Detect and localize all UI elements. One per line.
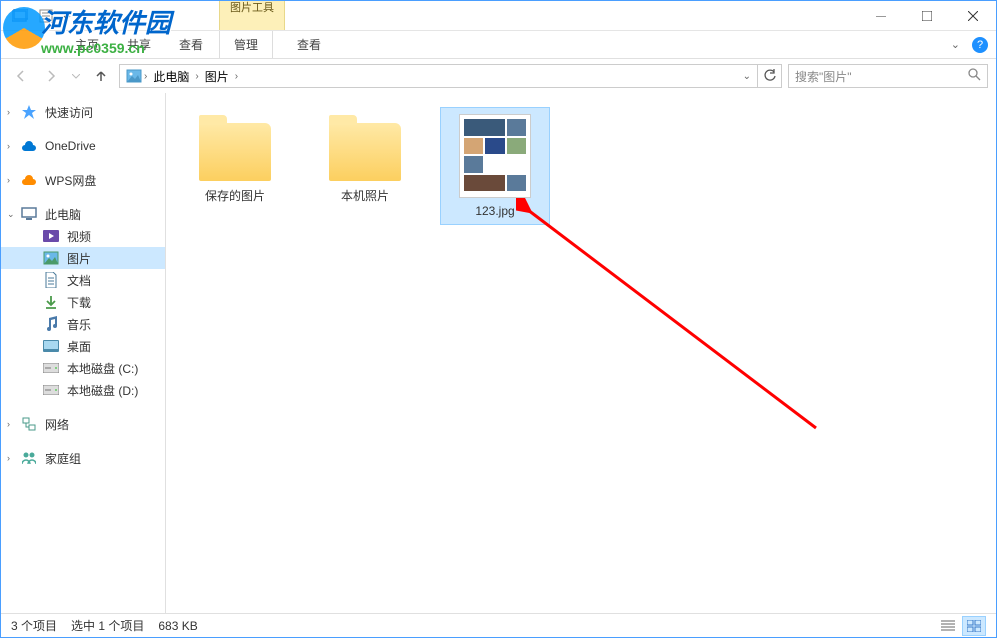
close-button[interactable] bbox=[950, 1, 996, 31]
annotation-arrow bbox=[516, 198, 836, 448]
sidebar-item-desk-child[interactable]: 桌面 bbox=[1, 335, 165, 357]
addressbar: › 此电脑 › 图片 › ⌄ 搜索"图片" bbox=[1, 59, 996, 93]
file-label: 本机照片 bbox=[341, 187, 389, 204]
disk-icon bbox=[43, 382, 59, 398]
sidebar-item-net[interactable]: › 网络 bbox=[1, 413, 165, 435]
sidebar-item-pic-child[interactable]: 图片 bbox=[1, 247, 165, 269]
sidebar-item-label: WPS网盘 bbox=[45, 172, 96, 189]
maximize-button[interactable] bbox=[904, 1, 950, 31]
breadcrumb-pc[interactable]: 此电脑 bbox=[149, 68, 193, 85]
sidebar-item-label: 桌面 bbox=[67, 338, 91, 355]
sidebar-item-label: 此电脑 bbox=[45, 206, 81, 223]
nav-back-button[interactable] bbox=[9, 64, 33, 88]
chevron-right-icon[interactable]: › bbox=[195, 71, 198, 82]
image-thumbnail bbox=[459, 114, 531, 198]
qat-dropdown-icon[interactable] bbox=[61, 5, 73, 27]
cloud-icon bbox=[21, 138, 37, 154]
view-details-button[interactable] bbox=[936, 616, 960, 636]
cloud-icon bbox=[21, 172, 37, 188]
star-icon bbox=[21, 104, 37, 120]
pic-icon bbox=[43, 250, 59, 266]
down-icon bbox=[43, 294, 59, 310]
ribbon: 主页 共享 查看 管理 查看 ⌄ ? bbox=[1, 31, 996, 59]
sidebar-item-star[interactable]: › 快速访问 bbox=[1, 101, 165, 123]
ribbon-tab-picture[interactable]: 查看 bbox=[283, 31, 335, 58]
sidebar-item-label: 视频 bbox=[67, 228, 91, 245]
search-placeholder: 搜索"图片" bbox=[795, 68, 962, 85]
ribbon-tab-share[interactable]: 共享 bbox=[113, 31, 165, 58]
refresh-button[interactable] bbox=[758, 64, 782, 88]
doc-icon bbox=[43, 272, 59, 288]
contextual-tab-header: 图片工具 bbox=[220, 1, 284, 15]
search-input[interactable]: 搜索"图片" bbox=[788, 64, 988, 88]
desk-icon bbox=[43, 338, 59, 354]
sidebar-item-home[interactable]: › 家庭组 bbox=[1, 447, 165, 469]
expand-arrow-icon[interactable]: ⌄ bbox=[7, 209, 15, 220]
sidebar-item-music-child[interactable]: 音乐 bbox=[1, 313, 165, 335]
file-list[interactable]: 保存的图片 本机照片 123.jpg bbox=[166, 93, 996, 613]
nav-forward-button[interactable] bbox=[39, 64, 63, 88]
sidebar-item-label: 网络 bbox=[45, 416, 69, 433]
expand-arrow-icon[interactable]: › bbox=[7, 453, 10, 463]
ribbon-tab-manage[interactable]: 管理 bbox=[219, 31, 273, 58]
folder-icon bbox=[329, 123, 401, 181]
sidebar-item-cloud[interactable]: › WPS网盘 bbox=[1, 169, 165, 191]
chevron-right-icon[interactable]: › bbox=[144, 71, 147, 82]
file-label: 123.jpg bbox=[475, 204, 514, 218]
folder-item[interactable]: 本机照片 bbox=[310, 107, 420, 210]
expand-arrow-icon[interactable]: › bbox=[7, 141, 10, 151]
home-icon bbox=[21, 450, 37, 466]
breadcrumb-dropdown-icon[interactable]: ⌄ bbox=[743, 71, 751, 82]
sidebar-item-label: 本地磁盘 (D:) bbox=[67, 382, 138, 399]
status-item-count: 3 个项目 bbox=[11, 617, 57, 634]
sidebar-item-label: 本地磁盘 (C:) bbox=[67, 360, 138, 377]
expand-arrow-icon[interactable]: › bbox=[7, 419, 10, 429]
ribbon-tab-home[interactable]: 主页 bbox=[61, 31, 113, 58]
qat-properties-icon[interactable] bbox=[35, 5, 57, 27]
sidebar-item-label: 音乐 bbox=[67, 316, 91, 333]
nav-up-button[interactable] bbox=[89, 64, 113, 88]
sidebar-item-down-child[interactable]: 下载 bbox=[1, 291, 165, 313]
pc-icon bbox=[21, 206, 37, 222]
expand-arrow-icon[interactable]: › bbox=[7, 175, 10, 185]
help-icon[interactable]: ? bbox=[972, 37, 988, 53]
sidebar-item-disk-child[interactable]: 本地磁盘 (C:) bbox=[1, 357, 165, 379]
sidebar-item-label: 文档 bbox=[67, 272, 91, 289]
sidebar-item-label: 图片 bbox=[67, 250, 91, 267]
ribbon-expand-icon[interactable]: ⌄ bbox=[951, 38, 960, 51]
chevron-right-icon[interactable]: › bbox=[235, 71, 238, 82]
sidebar-item-label: 快速访问 bbox=[45, 104, 93, 121]
breadcrumb-pictures[interactable]: 图片 bbox=[201, 68, 233, 85]
breadcrumb[interactable]: › 此电脑 › 图片 › ⌄ bbox=[119, 64, 758, 88]
sidebar-item-doc-child[interactable]: 文档 bbox=[1, 269, 165, 291]
sidebar-item-pc[interactable]: ⌄ 此电脑 bbox=[1, 203, 165, 225]
statusbar: 3 个项目 选中 1 个项目 683 KB bbox=[1, 613, 996, 637]
sidebar-item-disk-child[interactable]: 本地磁盘 (D:) bbox=[1, 379, 165, 401]
breadcrumb-folder-icon bbox=[126, 68, 142, 84]
qat-app-icon[interactable] bbox=[9, 5, 31, 27]
video-icon bbox=[43, 228, 59, 244]
status-size: 683 KB bbox=[158, 619, 197, 633]
file-label: 保存的图片 bbox=[205, 187, 265, 204]
file-item[interactable]: 123.jpg bbox=[440, 107, 550, 225]
folder-icon bbox=[199, 123, 271, 181]
navigation-pane: › 快速访问 › OneDrive › WPS网盘 ⌄ 此电脑视频图片文档下载音乐桌面本地磁盘… bbox=[1, 93, 166, 613]
nav-recent-dropdown[interactable] bbox=[69, 64, 83, 88]
minimize-button[interactable] bbox=[858, 1, 904, 31]
net-icon bbox=[21, 416, 37, 432]
sidebar-item-cloud[interactable]: › OneDrive bbox=[1, 135, 165, 157]
expand-arrow-icon[interactable]: › bbox=[7, 107, 10, 117]
view-icons-button[interactable] bbox=[962, 616, 986, 636]
status-selection: 选中 1 个项目 bbox=[71, 617, 144, 634]
titlebar: 图片工具 bbox=[1, 1, 996, 31]
music-icon bbox=[43, 316, 59, 332]
disk-icon bbox=[43, 360, 59, 376]
sidebar-item-label: 下载 bbox=[67, 294, 91, 311]
sidebar-item-label: 家庭组 bbox=[45, 450, 81, 467]
folder-item[interactable]: 保存的图片 bbox=[180, 107, 290, 210]
ribbon-tab-view[interactable]: 查看 bbox=[165, 31, 217, 58]
sidebar-item-label: OneDrive bbox=[45, 139, 96, 153]
search-icon bbox=[968, 68, 981, 84]
sidebar-item-video-child[interactable]: 视频 bbox=[1, 225, 165, 247]
